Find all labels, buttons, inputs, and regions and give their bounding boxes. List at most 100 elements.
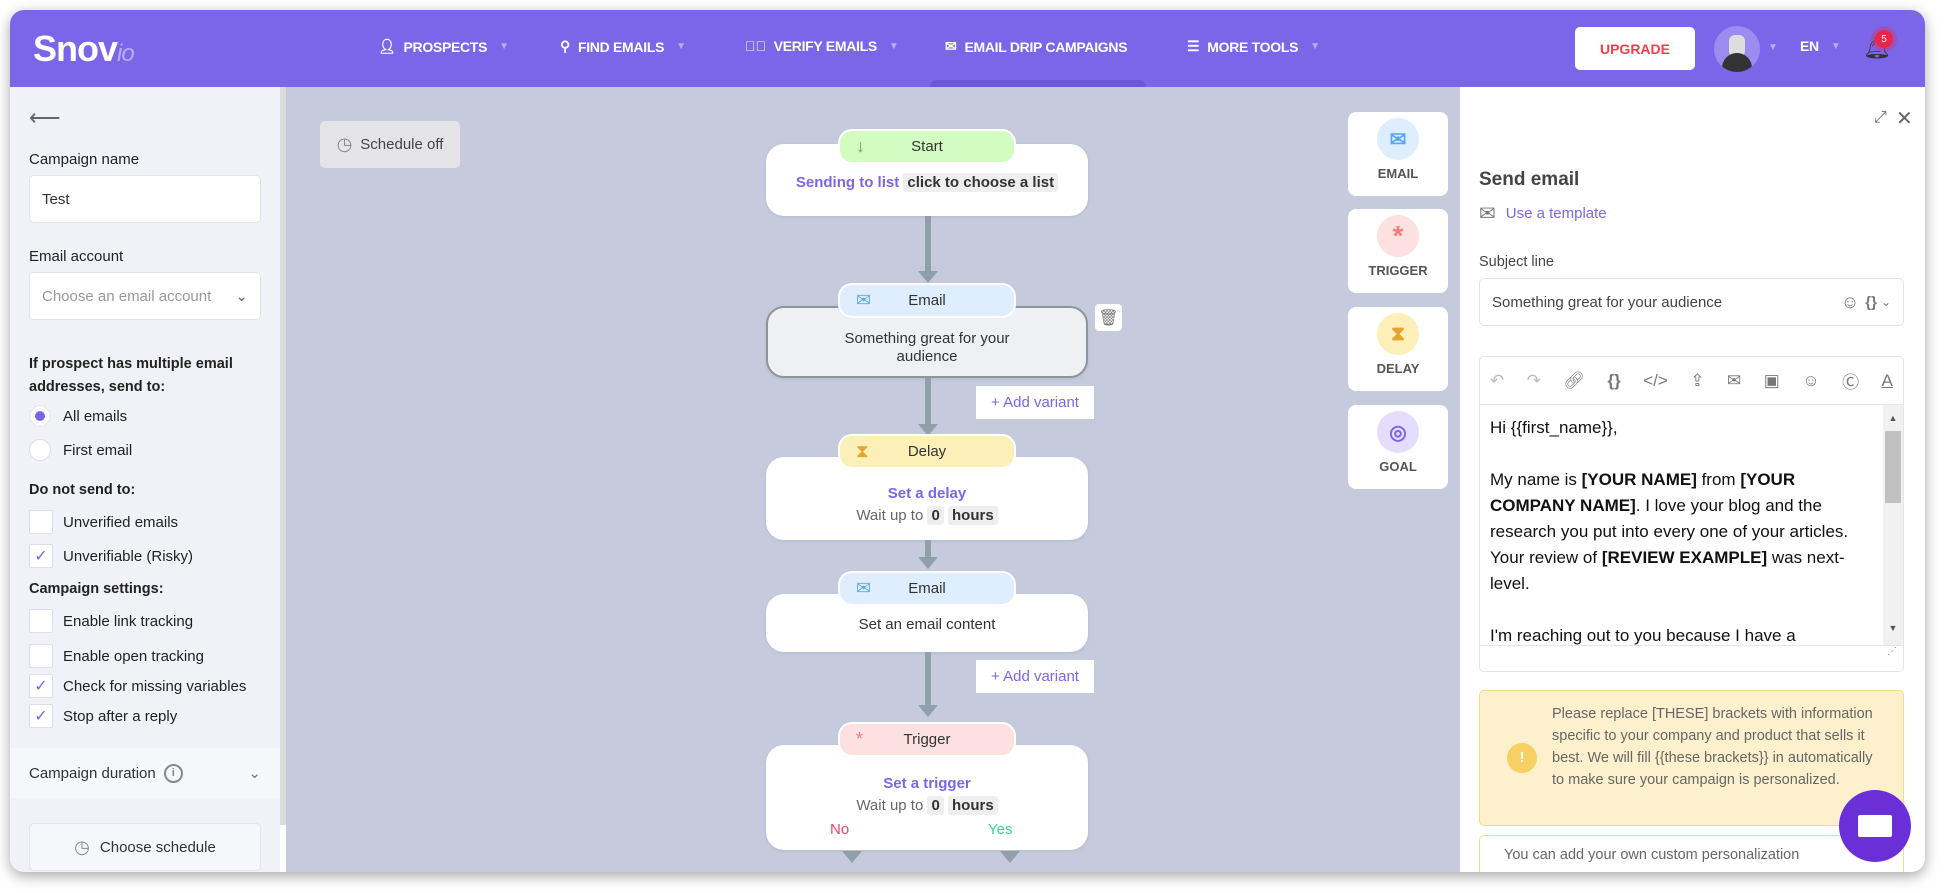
palette-label: GOAL — [1379, 459, 1417, 474]
email-subject: Something great for your audience — [844, 330, 1010, 365]
nav-more-tools[interactable]: ☰ MORE TOOLS ▼ — [1187, 38, 1320, 55]
use-template-link[interactable]: ✉ Use a template — [1479, 201, 1607, 226]
check-icon[interactable]: ✓ — [29, 674, 53, 698]
redo-icon[interactable]: ↷ — [1527, 371, 1541, 391]
chevron-down-icon: ⌄ — [248, 765, 261, 782]
add-variant-button[interactable]: + Add variant — [976, 660, 1094, 693]
resize-handle-icon[interactable]: ⋰ — [1480, 645, 1903, 671]
choose-schedule-label: Choose schedule — [99, 838, 216, 856]
code-icon[interactable]: </> — [1643, 371, 1668, 391]
unsubscribe-icon[interactable]: ✉ — [1727, 371, 1741, 391]
radio-button[interactable] — [29, 405, 51, 427]
search-icon: ⚲ — [560, 38, 570, 54]
radio-all-emails[interactable]: All emails — [29, 405, 127, 427]
back-arrow-icon[interactable]: ⟵ — [29, 105, 61, 131]
check-icon[interactable]: ✓ — [29, 704, 53, 728]
notification-badge: 5 — [1875, 30, 1893, 48]
nav-label: FIND EMAILS — [577, 38, 665, 55]
upgrade-button[interactable]: UPGRADE — [1575, 27, 1695, 70]
connector — [925, 378, 931, 428]
use-template-label: Use a template — [1505, 205, 1607, 222]
editor-scrollbar[interactable]: ▲ ▼ — [1883, 405, 1903, 645]
variables-icon[interactable]: {} — [1608, 371, 1621, 391]
subject-input[interactable]: Something great for your audience ☺ {} ⌄ — [1479, 278, 1904, 326]
subject-value: Something great for your audience — [1492, 293, 1723, 311]
nav-verify-emails[interactable]: ✓⃝ VERIFY EMAILS ▼ — [745, 38, 899, 54]
text-color-icon[interactable]: A — [1882, 371, 1893, 391]
close-icon[interactable]: ✕ — [1896, 106, 1913, 131]
chat-button[interactable] — [1839, 790, 1911, 862]
avatar[interactable] — [1714, 26, 1760, 72]
campaign-name-input[interactable]: Test — [29, 175, 261, 223]
trigger-value[interactable]: 0 — [927, 796, 944, 815]
expand-icon[interactable]: ⤢ — [1874, 109, 1887, 127]
checkbox-stop-after-reply[interactable]: ✓ Stop after a reply — [29, 704, 177, 728]
nav-label: VERIFY EMAILS — [773, 38, 878, 54]
delay-node[interactable]: Set a delay Wait up to 0 hours — [766, 457, 1088, 540]
trigger-node[interactable]: Set a trigger Wait up to 0 hours No Yes — [766, 745, 1088, 850]
link-icon[interactable]: 🔗︎ — [1563, 371, 1585, 391]
checkbox[interactable] — [29, 510, 53, 534]
email-account-placeholder: Choose an email account — [42, 287, 212, 305]
nav-prospects[interactable]: 👤︎ PROSPECTS ▼ — [378, 38, 509, 55]
choose-schedule-button[interactable]: ◷ Choose schedule — [29, 823, 261, 871]
email-account-select[interactable]: Choose an email account ⌄ — [29, 272, 261, 320]
hourglass-icon: ⧗ — [1377, 313, 1419, 355]
radio-label: First email — [63, 441, 133, 459]
arrow-down-icon — [918, 557, 938, 569]
language-select[interactable]: EN ▼ — [1800, 38, 1841, 54]
palette-goal[interactable]: ◎ GOAL — [1348, 405, 1448, 489]
sending-to-list-label: Sending to list — [795, 174, 900, 191]
language-label: EN — [1800, 38, 1819, 54]
file-upload-icon[interactable]: ⇪ — [1690, 371, 1704, 391]
trash-icon[interactable]: 🗑︎ — [1095, 304, 1122, 331]
checkbox-open-tracking[interactable]: Enable open tracking — [29, 644, 204, 668]
logo[interactable]: Snovio — [33, 28, 135, 70]
delay-unit[interactable]: hours — [948, 506, 998, 525]
checkbox-label: Unverified emails — [63, 513, 179, 531]
check-icon[interactable]: ✓ — [29, 544, 53, 568]
radio-first-email[interactable]: First email — [29, 439, 132, 461]
palette-trigger[interactable]: * TRIGGER — [1348, 209, 1448, 293]
info-icon[interactable]: i — [163, 763, 183, 783]
schedule-off-button[interactable]: ◷ Schedule off — [320, 121, 460, 168]
caret-down-icon[interactable]: ▼ — [1768, 42, 1778, 53]
set-trigger-link[interactable]: Set a trigger — [766, 773, 1088, 795]
chevron-down-icon[interactable]: ⌄ — [1881, 295, 1891, 309]
checkbox-unverifiable[interactable]: ✓ Unverifiable (Risky) — [29, 544, 193, 568]
node-title: Email — [908, 292, 946, 309]
checkbox-label: Stop after a reply — [63, 707, 178, 725]
checkbox-link-tracking[interactable]: Enable link tracking — [29, 609, 193, 633]
variables-icon[interactable]: {} — [1865, 294, 1877, 311]
envelope-icon: ✉ — [856, 290, 872, 310]
emoji-icon[interactable]: ☺ — [1802, 371, 1819, 391]
clipboard-icon[interactable]: Ⓒ — [1842, 368, 1859, 393]
palette-delay[interactable]: ⧗ DELAY — [1348, 307, 1448, 391]
nav-find-emails[interactable]: ⚲ FIND EMAILS ▼ — [560, 38, 686, 55]
hourglass-icon: ⧗ — [856, 441, 869, 461]
checkbox-unverified[interactable]: Unverified emails — [29, 510, 178, 534]
caret-down-icon: ▼ — [1310, 41, 1320, 52]
node-title: Start — [911, 138, 943, 155]
checkbox-missing-variables[interactable]: ✓ Check for missing variables — [29, 674, 246, 698]
checkbox[interactable] — [29, 644, 53, 668]
delay-value[interactable]: 0 — [927, 506, 944, 525]
campaign-duration-toggle[interactable]: Campaign duration i ⌄ — [10, 748, 280, 798]
email-body[interactable]: Hi {{first_name}}, My name is [YOUR NAME… — [1480, 405, 1903, 645]
choose-list-button[interactable]: click to choose a list — [903, 173, 1059, 192]
nav-email-drip-campaigns[interactable]: ✉ EMAIL DRIP CAMPAIGNS — [945, 38, 1128, 55]
app-window: Snovio 👤︎ PROSPECTS ▼ ⚲ FIND EMAILS ▼ ✓⃝ VERI… — [10, 10, 1925, 872]
trigger-unit[interactable]: hours — [948, 796, 998, 815]
checkbox[interactable] — [29, 609, 53, 633]
add-variant-button[interactable]: + Add variant — [976, 386, 1094, 419]
menu-icon: ☰ — [1187, 38, 1200, 54]
set-delay-link[interactable]: Set a delay — [766, 483, 1088, 505]
arrow-down-icon — [842, 851, 862, 863]
emoji-icon[interactable]: ☺ — [1841, 292, 1859, 313]
undo-icon[interactable]: ↶ — [1490, 371, 1504, 391]
palette-email[interactable]: ✉ EMAIL — [1348, 112, 1448, 196]
radio-button[interactable] — [29, 439, 51, 461]
image-video-icon[interactable]: ▣ — [1764, 371, 1780, 391]
nav-label: EMAIL DRIP CAMPAIGNS — [964, 38, 1128, 55]
checkbox-label: Enable open tracking — [63, 647, 204, 665]
